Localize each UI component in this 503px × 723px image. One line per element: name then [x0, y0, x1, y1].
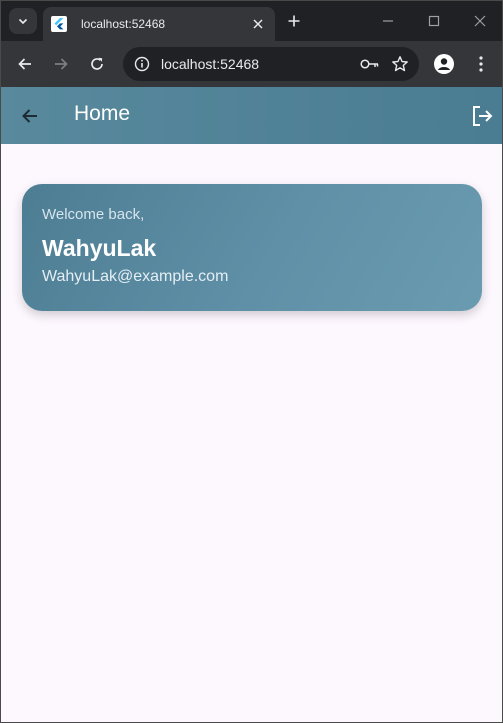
- app-bar: Home: [1, 87, 502, 144]
- star-icon: [392, 56, 408, 72]
- arrow-left-icon: [18, 58, 31, 70]
- minimize-button[interactable]: [377, 10, 399, 32]
- browser-window: localhost:52468 localhost:52468 Home Wel…: [0, 0, 503, 723]
- new-tab-button[interactable]: [284, 11, 304, 31]
- close-icon: [253, 19, 263, 29]
- info-icon: [134, 56, 150, 72]
- page-viewport: Home Welcome back, WahyuLak WahyuLak@exa…: [1, 87, 502, 722]
- browser-tab[interactable]: localhost:52468: [43, 7, 275, 41]
- welcome-card: Welcome back, WahyuLak WahyuLak@example.…: [22, 184, 482, 311]
- user-name: WahyuLak: [42, 235, 157, 261]
- page-title: Home: [74, 102, 131, 125]
- reload-button[interactable]: [85, 52, 109, 76]
- browser-menu-button[interactable]: [469, 52, 493, 76]
- passwords-button[interactable]: [359, 53, 381, 75]
- user-email: WahyuLak@example.com: [42, 268, 229, 285]
- forward-button[interactable]: [49, 52, 73, 76]
- kebab-menu-icon: [479, 56, 483, 72]
- app-back-button[interactable]: [17, 103, 43, 129]
- browser-toolbar: localhost:52468: [1, 41, 502, 87]
- tab-search-button[interactable]: [9, 8, 37, 34]
- back-button[interactable]: [13, 52, 37, 76]
- logout-icon: [473, 106, 493, 126]
- maximize-button[interactable]: [423, 10, 445, 32]
- reload-icon: [91, 57, 103, 70]
- key-icon: [360, 59, 379, 69]
- close-window-button[interactable]: [469, 10, 491, 32]
- flutter-logo-icon: [51, 16, 67, 32]
- url-text: localhost:52468: [161, 56, 260, 72]
- welcome-greeting: Welcome back,: [42, 206, 145, 223]
- profile-button[interactable]: [432, 52, 456, 76]
- tab-close-button[interactable]: [249, 15, 267, 33]
- address-bar[interactable]: localhost:52468: [123, 47, 419, 81]
- tab-title: localhost:52468: [81, 17, 166, 31]
- maximize-icon: [428, 15, 440, 27]
- person-icon: [434, 54, 454, 74]
- minimize-icon: [383, 20, 393, 22]
- plus-icon: [288, 15, 300, 27]
- arrow-right-icon: [55, 58, 68, 70]
- close-icon: [474, 15, 486, 27]
- site-info-button[interactable]: [132, 54, 152, 74]
- arrow-left-icon: [22, 109, 37, 123]
- bookmark-button[interactable]: [389, 53, 411, 75]
- tab-strip: localhost:52468: [1, 1, 502, 41]
- chevron-down-icon: [18, 18, 28, 25]
- logout-button[interactable]: [469, 103, 495, 129]
